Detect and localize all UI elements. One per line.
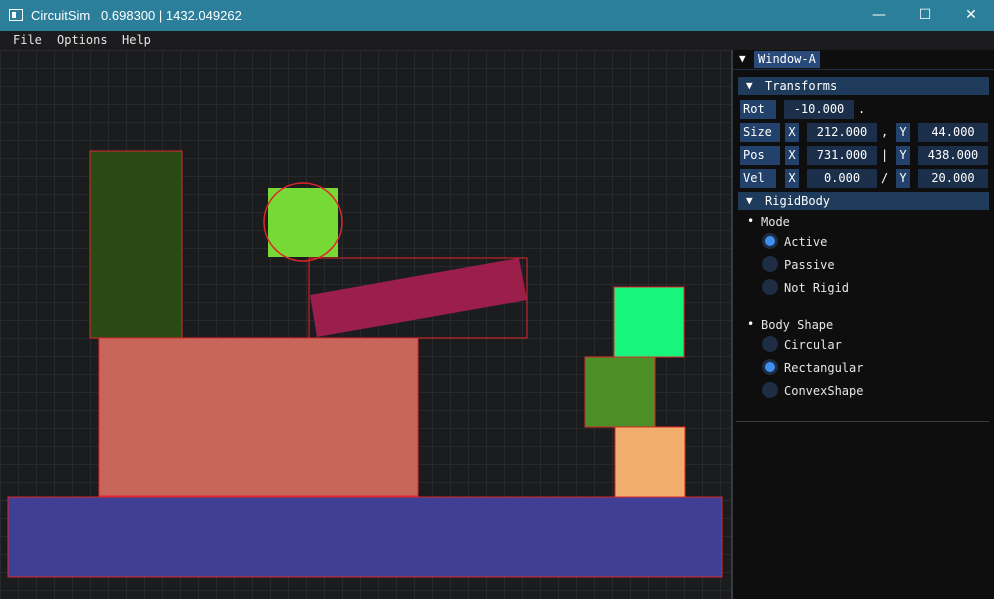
mode-bullet-icon: • — [747, 214, 755, 228]
pos-x-axis-button[interactable]: X — [785, 146, 799, 165]
app-window-icon — [9, 9, 23, 21]
vel-label-button[interactable]: Vel — [740, 169, 776, 188]
pos-x-field[interactable]: 731.000 — [807, 146, 877, 165]
ground-slab[interactable] — [7, 496, 723, 578]
body-shape-label: Body Shape — [761, 318, 834, 332]
scene-canvas — [7, 150, 723, 578]
window-title: CircuitSim 0.698300 | 1432.049262 — [31, 8, 242, 23]
panel-divider — [736, 421, 989, 422]
rot-field[interactable]: -10.000 — [784, 100, 854, 119]
size-y-field[interactable]: 44.000 — [918, 123, 988, 142]
vel-y-axis-button[interactable]: Y — [896, 169, 910, 188]
expand-arrow-icon: ▼ — [746, 79, 753, 92]
mint-square[interactable] — [613, 286, 685, 358]
menu-options[interactable]: Options — [57, 33, 108, 47]
radio-convexshape[interactable] — [762, 382, 778, 398]
vel-y-field[interactable]: 20.000 — [918, 169, 988, 188]
tall-dark-green-box[interactable] — [89, 150, 183, 339]
shape-bullet-icon: • — [747, 317, 755, 331]
transforms-header-label: Transforms — [765, 79, 838, 93]
lime-square[interactable] — [268, 188, 338, 257]
vel-x-field[interactable]: 0.000 — [807, 169, 877, 188]
radio-circular-label[interactable]: Circular — [784, 338, 842, 352]
menu-file[interactable]: File — [13, 33, 42, 47]
radio-circular[interactable] — [762, 336, 778, 352]
salmon-block[interactable] — [98, 337, 419, 497]
rigidbody-header[interactable]: ▼ RigidBody — [738, 192, 989, 210]
size-separator: , — [881, 125, 889, 139]
menu-bar: File Options Help — [0, 31, 994, 51]
rigidbody-header-label: RigidBody — [765, 194, 831, 208]
pos-separator: | — [881, 148, 889, 162]
radio-passive-label[interactable]: Passive — [784, 258, 835, 272]
radio-rectangular-label[interactable]: Rectangular — [784, 361, 863, 375]
pos-y-axis-button[interactable]: Y — [896, 146, 910, 165]
mode-label: Mode — [761, 215, 790, 229]
vel-separator: / — [881, 171, 889, 185]
size-x-field[interactable]: 212.000 — [807, 123, 877, 142]
vel-x-axis-button[interactable]: X — [785, 169, 799, 188]
window-tab[interactable]: Window-A — [754, 51, 820, 68]
radio-active-label[interactable]: Active — [784, 235, 827, 249]
inspector-panel: ▼ Window-A ▼ Transforms Rot -10.000 . Si… — [733, 50, 994, 599]
olive-square[interactable] — [584, 356, 656, 428]
pos-label-button[interactable]: Pos — [740, 146, 780, 165]
title-bar: CircuitSim 0.698300 | 1432.049262 — ☐ ✕ — [0, 0, 994, 31]
collapse-arrow-icon[interactable]: ▼ — [739, 52, 746, 65]
minimize-button[interactable]: — — [856, 0, 902, 31]
size-x-axis-button[interactable]: X — [785, 123, 799, 142]
simulation-viewport[interactable] — [0, 50, 731, 599]
pos-y-field[interactable]: 438.000 — [918, 146, 988, 165]
size-label-button[interactable]: Size — [740, 123, 780, 142]
close-button[interactable]: ✕ — [948, 0, 994, 31]
menu-help[interactable]: Help — [122, 33, 151, 47]
radio-passive[interactable] — [762, 256, 778, 272]
radio-not-rigid-label[interactable]: Not Rigid — [784, 281, 849, 295]
rot-label-button[interactable]: Rot — [740, 100, 776, 119]
radio-convexshape-label[interactable]: ConvexShape — [784, 384, 863, 398]
size-y-axis-button[interactable]: Y — [896, 123, 910, 142]
transforms-header[interactable]: ▼ Transforms — [738, 77, 989, 95]
radio-rectangular[interactable] — [762, 359, 778, 375]
crimson-plank[interactable] — [310, 258, 527, 337]
maximize-button[interactable]: ☐ — [902, 0, 948, 31]
rot-suffix: . — [858, 102, 866, 116]
radio-not-rigid[interactable] — [762, 279, 778, 295]
radio-active[interactable] — [762, 233, 778, 249]
window-header: ▼ Window-A — [733, 50, 994, 70]
expand-arrow-icon: ▼ — [746, 194, 753, 207]
orange-square[interactable] — [614, 426, 686, 498]
